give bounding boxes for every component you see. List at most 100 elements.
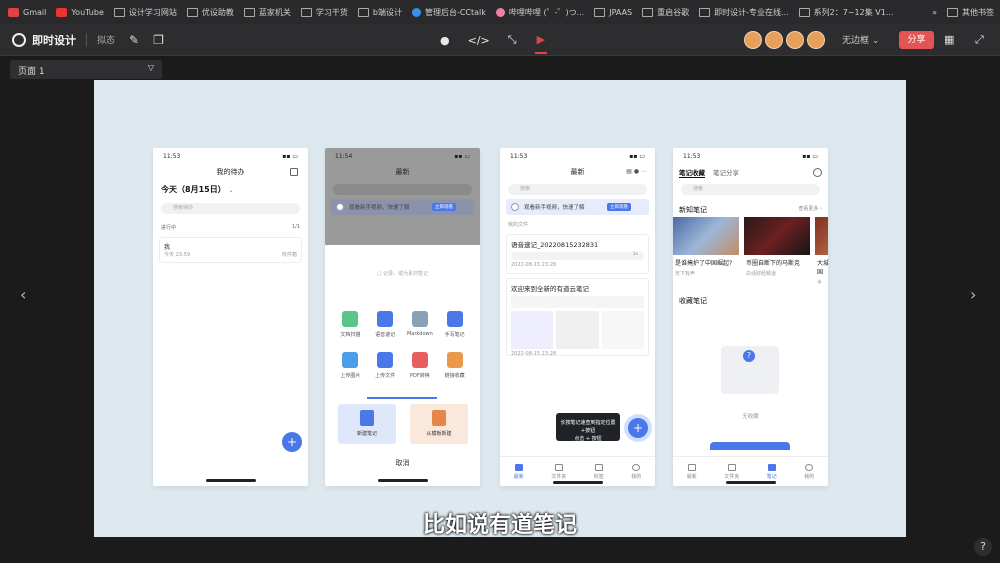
tab-me[interactable]: 我的 — [804, 463, 814, 480]
avatar[interactable] — [807, 31, 825, 49]
video-banner[interactable]: 观看新手视频，快速了解 立即观看 — [331, 199, 474, 215]
bookmark-item[interactable]: YouTube — [56, 7, 104, 17]
status-time: 11:53 — [683, 152, 701, 160]
video-banner[interactable]: 观看新手视频，快速了解 立即观看 — [506, 199, 649, 215]
comment-icon[interactable]: ● — [440, 34, 450, 47]
bookmark-label: 优设助教 — [201, 7, 234, 17]
see-more-link[interactable]: 查看更多 › — [798, 205, 822, 215]
tab-notes[interactable]: 笔记 — [767, 463, 777, 480]
hint-text: ▢ 记录，或为素材笔记 — [376, 271, 429, 277]
tab-folders[interactable]: 文件夹 — [551, 463, 566, 480]
copy-icon[interactable]: ❐ — [153, 33, 164, 47]
battery-icon: ▪▪ ▭ — [282, 152, 298, 160]
banner-button[interactable]: 立即观看 — [607, 203, 631, 211]
center-tools: ● </> ⤡ ▶ — [440, 24, 548, 56]
article-card[interactable]: 是谁掩护了中国崛起? 天下有声 — [673, 217, 739, 286]
date-text: 今天（8月15日） — [161, 185, 226, 194]
fullscreen-icon[interactable]: ⤢ — [975, 33, 984, 47]
status-time: 11:53 — [510, 152, 528, 160]
bookmark-item[interactable]: 学习干货 — [300, 7, 348, 18]
layout-icon[interactable]: ▦ — [944, 33, 954, 46]
avatar[interactable] — [744, 31, 762, 49]
prototype-icon[interactable]: ⤡ — [508, 33, 517, 47]
create-option[interactable]: 语音速记 — [368, 311, 403, 338]
tab-latest[interactable]: 最新 — [687, 463, 697, 480]
search-input[interactable] — [333, 184, 472, 195]
cancel-button[interactable]: 取消 — [325, 458, 480, 468]
bookmark-item[interactable]: Gmail — [8, 7, 46, 17]
task-item[interactable]: 我 今天 23:59 收件箱 — [159, 237, 302, 263]
settings-icon[interactable] — [290, 168, 298, 176]
tab-shares[interactable]: 笔记分享 — [713, 167, 739, 177]
new-note-button[interactable]: 新建笔记 — [338, 404, 396, 444]
more-icon[interactable]: ▤ ● ⋯ — [626, 164, 647, 180]
folder-icon — [357, 7, 369, 17]
bookmark-item[interactable]: 优设助教 — [186, 7, 234, 18]
bookmark-item[interactable]: 蓝家机关 — [243, 7, 291, 18]
action-button[interactable] — [710, 442, 790, 450]
create-option[interactable]: 链接收藏 — [437, 352, 472, 379]
create-option[interactable]: 上传图片 — [333, 352, 368, 379]
tooltip-text: 长按笔记速查到指定位置+按钮 — [560, 420, 616, 434]
search-input[interactable]: 搜索待办 — [161, 203, 300, 214]
app-name[interactable]: 即时设计 — [32, 32, 76, 48]
tab-folders[interactable]: 文件夹 — [724, 463, 739, 480]
page-selector-value: 页面 1 — [18, 67, 45, 77]
screen-create-menu: 11:54 ▪▪ ▭ 最新 观看新手视频，快速了解 立即观看 ▢ 记录，或为素材笔记… — [325, 148, 480, 486]
bookmark-item[interactable]: JPAAS — [594, 7, 632, 17]
help-button[interactable]: ? — [974, 538, 992, 556]
play-icon[interactable]: ▶ — [534, 27, 548, 54]
tab-tags[interactable]: 标签 — [593, 463, 604, 480]
section-label: 进行中 — [161, 225, 177, 231]
article-card[interactable]: 大城市中国 半 — [815, 217, 828, 286]
avatar[interactable] — [786, 31, 804, 49]
video-subtitle: 比如说有道笔记 — [422, 513, 577, 538]
banner-button[interactable]: 立即观看 — [432, 203, 456, 211]
code-icon[interactable]: </> — [468, 34, 490, 47]
audio-bar[interactable]: 1s — [511, 252, 644, 260]
app-logo-icon[interactable] — [12, 32, 26, 47]
screen-title: 最新 — [395, 168, 410, 176]
tab-collections[interactable]: 笔记收藏 — [679, 167, 705, 178]
bookmark-item[interactable]: 系列2：7~12集 V1... — [798, 7, 893, 18]
other-bookmarks[interactable]: 其他书签 — [962, 7, 994, 18]
folder-icon — [113, 7, 125, 17]
page-selector[interactable]: 页面 1 ▽ — [10, 60, 162, 79]
create-option[interactable]: Markdown — [403, 311, 438, 338]
article-card[interactable]: 币圈自断下的马斯克 白话财经频道 — [744, 217, 810, 286]
share-button[interactable]: 分享 — [899, 31, 934, 49]
top-tabs: 笔记收藏 笔记分享 — [673, 164, 828, 180]
note-item-welcome[interactable]: 欢迎来到全新的有道云笔记 2022-08-15 23:28 — [506, 278, 649, 357]
create-option[interactable]: 文档扫描 — [333, 311, 368, 338]
folder-icon — [186, 7, 198, 17]
create-option[interactable]: 上传文件 — [368, 352, 403, 379]
next-arrow-icon[interactable]: › — [970, 285, 976, 304]
frame-border-select[interactable]: 无边框 ⌄ — [842, 33, 879, 46]
bookmark-item[interactable]: 哔哩哔哩 (゜-゜)つ... — [495, 7, 584, 18]
avatar[interactable] — [765, 31, 783, 49]
note-item-voice[interactable]: 语音速记_20220815232831 1s 2022-08-15 23:28 — [506, 234, 649, 274]
tab-label: 标签 — [593, 473, 604, 480]
tab-latest[interactable]: 最新 — [514, 463, 524, 480]
add-fab[interactable]: + — [628, 418, 648, 438]
template-button[interactable]: 从模板新建 — [410, 404, 468, 444]
bookmark-item[interactable]: b端设计 — [357, 7, 402, 18]
tab-label: 我的 — [631, 473, 642, 480]
search-input[interactable]: 搜索 — [508, 184, 647, 195]
create-option[interactable]: PDF转换 — [403, 352, 438, 379]
bookmark-item[interactable]: 即时设计-专业在线... — [699, 7, 789, 18]
pen-icon[interactable]: ✎ — [129, 33, 139, 47]
tab-me[interactable]: 我的 — [631, 463, 642, 480]
mode-label[interactable]: 拟态 — [97, 33, 115, 46]
previous-arrow-icon[interactable]: ‹ — [20, 285, 26, 304]
bookmarks-bar: Gmail YouTube 设计学习网站 优设助教 蓝家机关 学习干货 b端设计 管理后台-C… — [0, 0, 1000, 24]
bookmark-overflow[interactable]: » — [932, 8, 937, 17]
lightbulb-icon[interactable] — [813, 167, 822, 177]
search-input[interactable]: 搜索 — [681, 184, 820, 195]
date-heading[interactable]: 今天（8月15日） ⌄ — [153, 180, 308, 199]
create-option[interactable]: 手写笔记 — [437, 311, 472, 338]
bookmark-item[interactable]: 设计学习网站 — [113, 7, 177, 18]
bookmark-item[interactable]: 重启谷歌 — [642, 7, 689, 18]
bookmark-item[interactable]: 管理后台-CCtalk — [411, 7, 486, 18]
add-fab[interactable]: + — [282, 432, 302, 452]
